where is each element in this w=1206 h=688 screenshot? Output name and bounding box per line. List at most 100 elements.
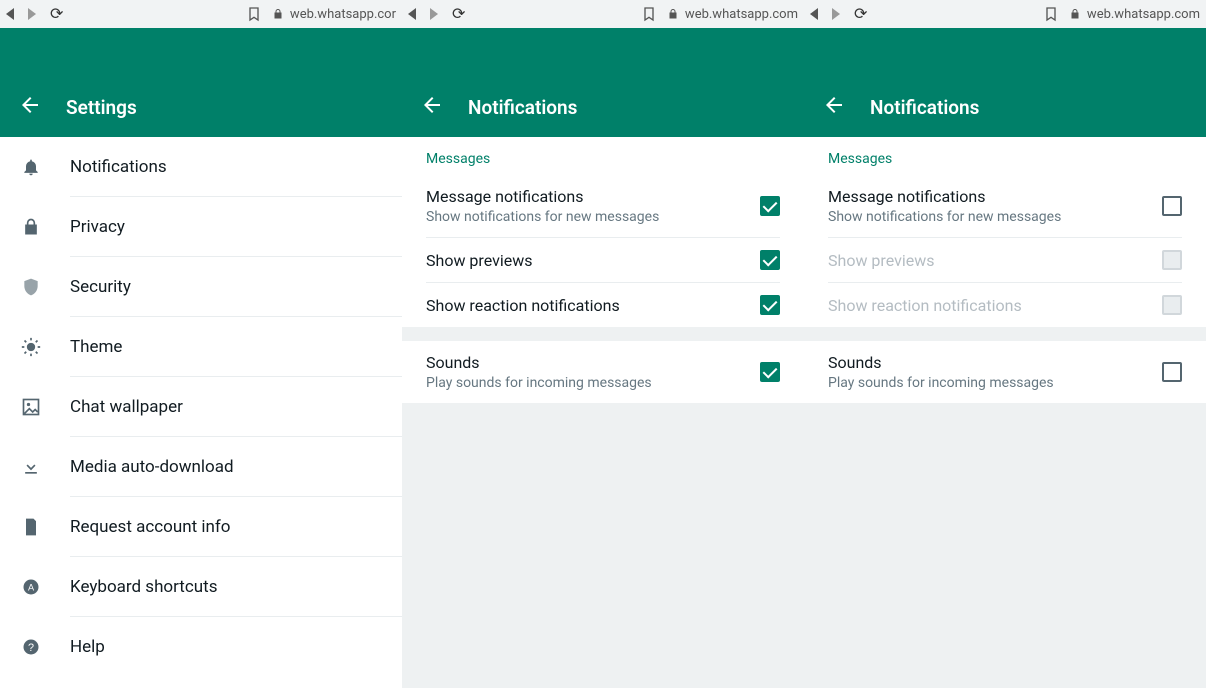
lock-icon — [1069, 8, 1081, 20]
browser-toolbar: ⟳ web.whatsapp.com — [402, 0, 804, 28]
settings-row-media-download[interactable]: Media auto-download — [20, 437, 402, 497]
pref-subtitle: Play sounds for incoming messages — [426, 375, 760, 391]
empty-area — [402, 403, 804, 688]
theme-icon — [20, 336, 42, 358]
pref-show-previews[interactable]: Show previews — [402, 238, 804, 282]
pref-reaction-notifications: Show reaction notifications — [804, 283, 1206, 327]
pref-title: Message notifications — [426, 187, 760, 206]
settings-label: Security — [70, 277, 131, 297]
pref-reaction-notifications[interactable]: Show reaction notifications — [402, 283, 804, 327]
pref-subtitle: Show notifications for new messages — [828, 209, 1162, 225]
browser-toolbar: ⟳ web.whatsapp.com — [804, 0, 1206, 28]
settings-row-help[interactable]: ? Help — [20, 617, 402, 677]
settings-row-security[interactable]: Security — [20, 257, 402, 317]
empty-area — [804, 403, 1206, 688]
notifications-header: Notifications — [402, 28, 804, 137]
refresh-icon[interactable]: ⟳ — [452, 6, 465, 22]
page-title: Notifications — [870, 96, 979, 119]
checkbox-sounds[interactable] — [1162, 362, 1182, 382]
wallpaper-icon — [20, 396, 42, 418]
refresh-icon[interactable]: ⟳ — [50, 6, 63, 22]
url-text: web.whatsapp.com — [685, 7, 798, 22]
pane-notifications-off: ⟳ web.whatsapp.com Notifications Message… — [804, 0, 1206, 688]
section-gap — [804, 327, 1206, 341]
back-button[interactable] — [18, 93, 42, 117]
settings-label: Chat wallpaper — [70, 397, 183, 417]
pref-subtitle: Show notifications for new messages — [426, 209, 760, 225]
settings-row-keyboard[interactable]: A Keyboard shortcuts — [20, 557, 402, 617]
nav-forward-icon[interactable] — [430, 8, 438, 20]
checkbox-show-previews[interactable] — [760, 250, 780, 270]
three-pane-stage: ⟳ web.whatsapp.cor Settings — [0, 0, 1206, 688]
checkbox-reaction-notifications — [1162, 295, 1182, 315]
address-bar[interactable]: web.whatsapp.com — [667, 7, 798, 22]
checkbox-message-notifications[interactable] — [760, 196, 780, 216]
pref-title: Show reaction notifications — [426, 296, 760, 315]
refresh-icon[interactable]: ⟳ — [854, 6, 867, 22]
nav-back-icon[interactable] — [810, 8, 818, 20]
url-text: web.whatsapp.cor — [290, 7, 396, 22]
nav-back-icon[interactable] — [408, 8, 416, 20]
lock-menu-icon — [20, 216, 42, 238]
pref-title: Message notifications — [828, 187, 1162, 206]
shield-icon — [20, 276, 42, 298]
address-bar[interactable]: web.whatsapp.cor — [272, 7, 396, 22]
section-messages: Messages Message notifications Show noti… — [402, 137, 804, 327]
back-button[interactable] — [420, 93, 444, 117]
settings-label: Privacy — [70, 217, 125, 237]
document-icon — [20, 516, 42, 538]
help-icon: ? — [20, 636, 42, 658]
checkbox-reaction-notifications[interactable] — [760, 295, 780, 315]
nav-forward-icon[interactable] — [28, 8, 36, 20]
settings-label: Media auto-download — [70, 457, 234, 477]
settings-row-notifications[interactable]: Notifications — [20, 137, 402, 197]
address-bar[interactable]: web.whatsapp.com — [1069, 7, 1200, 22]
url-text: web.whatsapp.com — [1087, 7, 1200, 22]
lock-icon — [667, 8, 679, 20]
back-button[interactable] — [822, 93, 846, 117]
settings-label: Notifications — [70, 157, 167, 177]
lock-icon — [272, 8, 284, 20]
checkbox-sounds[interactable] — [760, 362, 780, 382]
section-label-messages: Messages — [804, 137, 1206, 175]
pref-message-notifications[interactable]: Message notifications Show notifications… — [402, 175, 804, 237]
settings-row-privacy[interactable]: Privacy — [20, 197, 402, 257]
settings-row-chat-wallpaper[interactable]: Chat wallpaper — [20, 377, 402, 437]
checkbox-message-notifications[interactable] — [1162, 196, 1182, 216]
nav-back-icon[interactable] — [6, 8, 14, 20]
settings-label: Theme — [70, 337, 122, 357]
bookmark-icon[interactable] — [246, 6, 262, 22]
pref-subtitle: Play sounds for incoming messages — [828, 375, 1162, 391]
section-gap — [402, 327, 804, 341]
bookmark-icon[interactable] — [1043, 6, 1059, 22]
settings-header: Settings — [0, 28, 402, 137]
pref-show-previews: Show previews — [804, 238, 1206, 282]
settings-label: Request account info — [70, 517, 231, 537]
settings-row-request-info[interactable]: Request account info — [20, 497, 402, 557]
keyboard-icon: A — [20, 576, 42, 598]
browser-toolbar: ⟳ web.whatsapp.cor — [0, 0, 402, 28]
pref-title: Show reaction notifications — [828, 296, 1162, 315]
pref-sounds[interactable]: Sounds Play sounds for incoming messages — [804, 341, 1206, 403]
pref-title: Show previews — [828, 251, 1162, 270]
pref-title: Show previews — [426, 251, 760, 270]
svg-text:A: A — [28, 582, 35, 592]
settings-label: Keyboard shortcuts — [70, 577, 217, 597]
section-messages: Messages Message notifications Show noti… — [804, 137, 1206, 327]
svg-text:?: ? — [28, 642, 34, 654]
settings-row-theme[interactable]: Theme — [20, 317, 402, 377]
notifications-header: Notifications — [804, 28, 1206, 137]
settings-label: Help — [70, 637, 105, 657]
checkbox-show-previews — [1162, 250, 1182, 270]
bookmark-icon[interactable] — [641, 6, 657, 22]
pref-title: Sounds — [828, 353, 1162, 372]
pref-message-notifications[interactable]: Message notifications Show notifications… — [804, 175, 1206, 237]
nav-forward-icon[interactable] — [832, 8, 840, 20]
download-icon — [20, 456, 42, 478]
section-sounds: Sounds Play sounds for incoming messages — [804, 341, 1206, 403]
page-title: Settings — [66, 96, 137, 119]
bell-icon — [20, 156, 42, 178]
pane-notifications-on: ⟳ web.whatsapp.com Notifications Message… — [402, 0, 804, 688]
pref-sounds[interactable]: Sounds Play sounds for incoming messages — [402, 341, 804, 403]
pane-settings: ⟳ web.whatsapp.cor Settings — [0, 0, 402, 688]
